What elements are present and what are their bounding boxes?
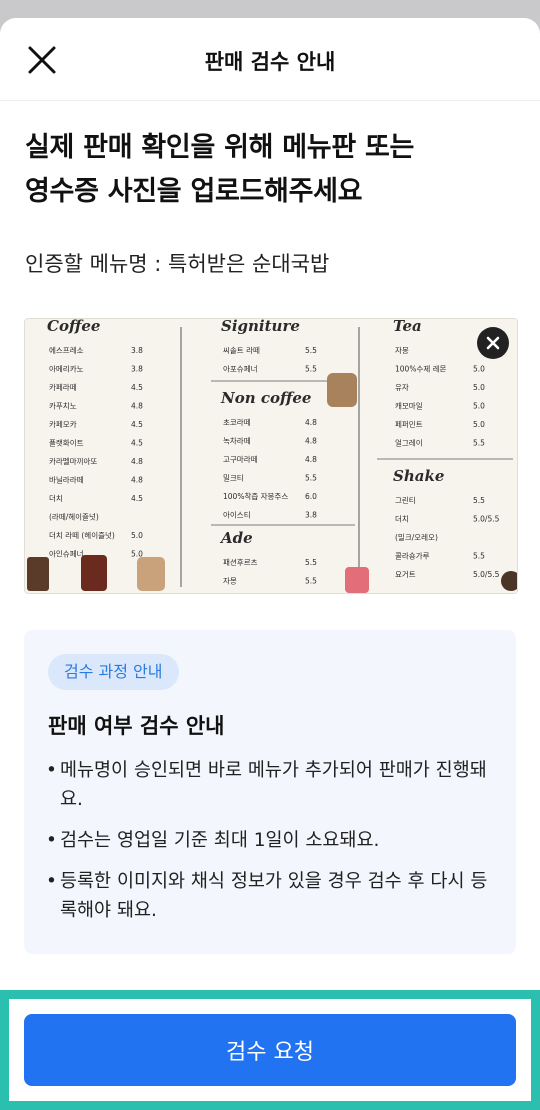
menu-item-name: 그린티: [395, 495, 416, 505]
footer-bar: 검수 요청: [9, 999, 531, 1101]
menu-item-name: 카라멜마끼아또: [49, 456, 97, 466]
menu-item-name: (밀크/오레오): [395, 533, 438, 542]
menu-item-price: 4.5: [131, 494, 143, 503]
sheet-header: 판매 검수 안내: [0, 18, 540, 101]
menu-section-title: Ade: [219, 529, 253, 547]
remove-photo-button[interactable]: [477, 327, 509, 359]
menu-item-price: 5.5: [305, 346, 317, 355]
menu-item-name: 초코라떼: [223, 417, 251, 427]
menu-item-price: 5.0/5.5: [473, 570, 500, 579]
menu-item-price: 4.8: [305, 418, 317, 427]
menu-item-price: 5.5: [305, 577, 317, 586]
drink-cup-illustration: [345, 567, 369, 593]
menu-section-title: Coffee: [47, 319, 100, 335]
menu-item-price: 4.5: [131, 439, 143, 448]
menu-item-name: 씨솔트 라떼: [223, 345, 260, 355]
menu-item-price: 4.5: [131, 420, 143, 429]
menu-item-price: 4.8: [131, 457, 143, 466]
menu-item-name: 카페라떼: [49, 382, 77, 392]
menu-item-name: (라떼/헤이즐넛): [49, 512, 99, 522]
menu-item-name: 패션후르츠: [223, 557, 258, 567]
menu-item-price: 4.8: [131, 476, 143, 485]
menu-item-name: 요거트: [395, 570, 416, 579]
menu-item-name: 플랫화이트: [49, 438, 84, 448]
review-info-item: 메뉴명이 승인되면 바로 메뉴가 추가되어 판매가 진행돼요.: [46, 756, 496, 814]
menu-item-name: 얼그레이: [395, 438, 423, 448]
menu-item-name: 고구마라떼: [223, 454, 258, 464]
drink-cup-illustration: [27, 557, 49, 591]
review-info-card: 검수 과정 안내 판매 여부 검수 안내 메뉴명이 승인되면 바로 메뉴가 추가…: [24, 630, 516, 954]
menu-item-price: 4.5: [131, 383, 143, 392]
sheet-title: 판매 검수 안내: [204, 50, 336, 74]
drink-cup-illustration: [137, 557, 165, 591]
review-info-item: 등록한 이미지와 채식 정보가 있을 경우 검수 후 다시 등록해야 돼요.: [46, 867, 496, 925]
menu-item-name: 녹차라떼: [223, 436, 251, 446]
menu-section-title: Tea: [393, 319, 422, 335]
menu-name-value: 특허받은 순대국밥: [168, 252, 330, 276]
review-info-item: 검수는 영업일 기준 최대 1일이 소요돼요.: [46, 826, 496, 855]
remove-photo-icon: [486, 336, 500, 350]
menu-item-name: 밀크티: [223, 474, 244, 483]
menu-item-price: 5.5: [305, 474, 317, 483]
menu-item-price: 5.0: [131, 531, 143, 540]
footer-highlight: 검수 요청: [0, 990, 540, 1110]
review-info-list: 메뉴명이 승인되면 바로 메뉴가 추가되어 판매가 진행돼요. 검수는 영업일 …: [46, 756, 496, 937]
menu-item-price: 4.8: [305, 455, 317, 464]
menu-item-price: 5.0: [473, 402, 485, 411]
menu-item-name: 더치: [395, 515, 409, 524]
menu-item-price: 5.5: [305, 365, 317, 374]
review-info-title: 판매 여부 검수 안내: [48, 714, 225, 738]
menu-item-price: 3.8: [131, 346, 143, 355]
menu-board-background: [25, 319, 517, 593]
menu-item-name: 에스프레소: [49, 346, 84, 355]
menu-item-name: 아이스티: [223, 510, 251, 520]
menu-item-price: 5.0/5.5: [473, 515, 500, 524]
drink-cup-illustration: [81, 555, 107, 591]
menu-item-name: 페퍼민트: [395, 419, 423, 429]
menu-item-name: 바닐라라떼: [49, 475, 84, 485]
menu-item-name: 100%수제 레몬: [395, 365, 447, 374]
menu-item-price: 5.5: [473, 439, 485, 448]
menu-item-price: 5.0: [473, 365, 485, 374]
menu-section-title: Shake: [393, 467, 444, 485]
menu-item-name: 카페모카: [49, 419, 77, 429]
bottom-sheet: 판매 검수 안내 실제 판매 확인을 위해 메뉴판 또는 영수증 사진을 업로드…: [0, 18, 540, 1110]
menu-item-name: 캐모마일: [395, 402, 423, 411]
menu-item-name: 아포슈페너: [223, 364, 258, 374]
menu-item-price: 5.5: [305, 558, 317, 567]
menu-section-title: Signiture: [221, 319, 300, 335]
menu-name-label: 인증할 메뉴명 :: [25, 252, 162, 276]
menu-item-price: 4.8: [131, 402, 143, 411]
menu-item-price: 5.0: [473, 420, 485, 429]
menu-section-title: Non coffee: [220, 389, 311, 407]
menu-item-price: 5.0: [473, 383, 485, 392]
drink-cup-illustration: [327, 373, 357, 407]
review-process-chip: 검수 과정 안내: [48, 654, 179, 690]
menu-item-price: 4.8: [305, 437, 317, 446]
menu-item-name: 자몽: [395, 346, 409, 355]
upload-instruction-heading: 실제 판매 확인을 위해 메뉴판 또는 영수증 사진을 업로드해주세요: [25, 132, 415, 207]
menu-item-price: 6.0: [305, 492, 317, 501]
menu-item-name: 유자: [395, 383, 409, 392]
menu-item-price: 5.5: [473, 552, 485, 561]
request-review-button[interactable]: 검수 요청: [24, 1014, 516, 1086]
uploaded-menu-photo: Coffee 에스프레소 3.8 아메리카노 3.8 카페라떼 4.5 카푸치노 4.8 카페모카…: [24, 318, 518, 594]
menu-item-price: 3.8: [305, 511, 317, 520]
menu-item-name: 더치: [49, 494, 63, 503]
menu-name-line: 인증할 메뉴명 : 특허받은 순대국밥: [25, 248, 329, 278]
menu-item-price: 5.5: [473, 496, 485, 505]
menu-item-name: 콜라숑가루: [395, 552, 430, 561]
menu-item-name: 더치 라떼 (헤이즐넛): [49, 530, 115, 540]
menu-item-name: 아메리카노: [49, 364, 84, 374]
menu-board-image: Coffee 에스프레소 3.8 아메리카노 3.8 카페라떼 4.5 카푸치노 4.8 카페모카…: [25, 319, 517, 593]
menu-item-name: 자몽: [223, 577, 237, 586]
menu-item-name: 카푸치노: [49, 402, 77, 411]
menu-item-price: 3.8: [131, 365, 143, 374]
menu-item-name: 100%착즙 자몽주스: [223, 492, 288, 501]
menu-item-name: 아인슈페너: [49, 549, 84, 559]
